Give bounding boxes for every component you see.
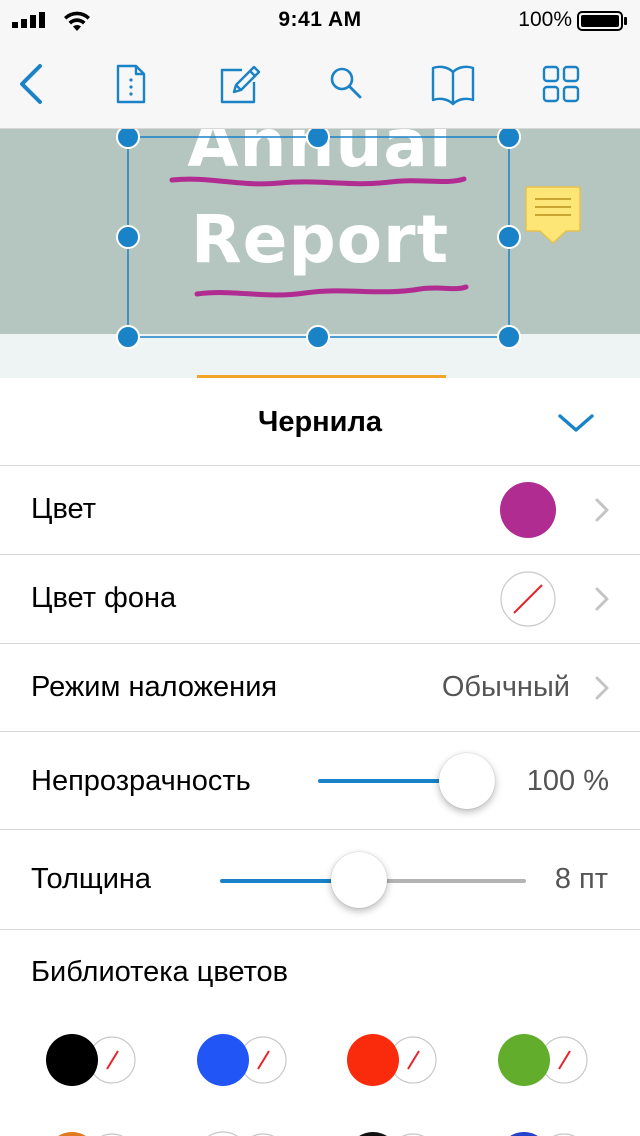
color-swatch <box>500 482 556 538</box>
book-icon <box>431 65 475 106</box>
document-outline-button[interactable] <box>106 60 154 108</box>
thickness-label: Толщина <box>31 863 152 895</box>
library-swatch-black[interactable] <box>46 1032 142 1088</box>
sticky-note-icon <box>525 186 581 245</box>
library-swatch-green[interactable] <box>498 1032 594 1088</box>
search-button[interactable] <box>322 60 370 108</box>
color-row[interactable]: Цвет <box>0 466 640 554</box>
edit-pencil-icon <box>220 65 261 104</box>
back-chevron-icon <box>20 64 42 104</box>
battery-percent: 100% <box>518 8 572 31</box>
chevron-right-icon <box>595 676 609 700</box>
panel-header: Чернила <box>0 378 640 466</box>
stroke-swatch <box>46 1034 98 1086</box>
toolbar <box>0 40 640 129</box>
collapse-chevron-icon[interactable] <box>556 408 596 436</box>
chevron-right-icon <box>595 498 609 522</box>
stroke-swatch <box>197 1034 249 1086</box>
annotate-button[interactable] <box>216 60 264 108</box>
blend-mode-row[interactable]: Режим наложения Обычный <box>0 644 640 731</box>
library-swatch-red[interactable] <box>347 1032 443 1088</box>
thumbnails-button[interactable] <box>537 60 585 108</box>
blend-mode-label: Режим наложения <box>31 671 278 703</box>
thickness-row: Толщина 8 пт <box>0 830 640 929</box>
ink-underline-2 <box>194 284 469 298</box>
fill-color-label: Цвет фона <box>31 582 177 614</box>
opacity-value: 100 % <box>526 765 609 797</box>
search-icon <box>330 67 362 99</box>
ink-annotation-layer[interactable] <box>0 129 640 378</box>
grid-icon <box>542 65 580 103</box>
opacity-slider-knob[interactable] <box>439 753 495 809</box>
stroke-swatch <box>498 1034 550 1086</box>
status-bar: 9:41 AM 100% <box>0 0 640 40</box>
chevron-right-icon <box>595 587 609 611</box>
battery-icon <box>577 11 627 31</box>
blend-mode-value: Обычный <box>441 671 570 703</box>
bookmarks-button[interactable] <box>429 60 477 108</box>
thickness-value: 8 пт <box>554 863 608 895</box>
color-label: Цвет <box>31 493 96 525</box>
fill-color-row[interactable]: Цвет фона <box>0 555 640 643</box>
color-library-title: Библиотека цветов <box>31 956 289 988</box>
opacity-row: Непрозрачность 100 % <box>0 732 640 829</box>
panel-title: Чернила <box>257 406 383 438</box>
library-swatch-blue[interactable] <box>197 1032 293 1088</box>
library-swatch-row-partial[interactable] <box>0 1128 640 1136</box>
ink-underline-1 <box>169 176 467 187</box>
opacity-label: Непрозрачность <box>31 765 251 797</box>
selection-box <box>127 136 510 338</box>
selection-handles <box>116 129 521 349</box>
document-page[interactable]: Annual Report <box>0 129 640 378</box>
color-library-section: Библиотека цветов <box>0 930 640 1136</box>
back-button[interactable] <box>10 60 58 108</box>
thickness-slider-knob[interactable] <box>331 852 387 908</box>
no-fill-swatch-icon <box>500 571 556 627</box>
stroke-swatch <box>347 1034 399 1086</box>
document-outline-icon <box>116 64 146 104</box>
